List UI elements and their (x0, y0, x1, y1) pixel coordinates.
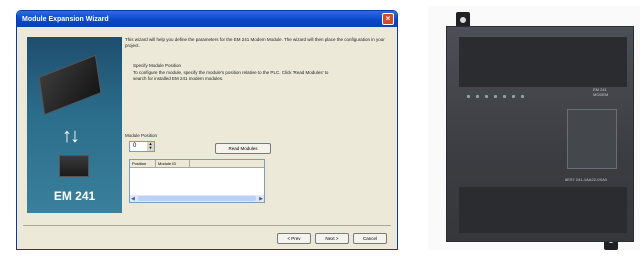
scroll-left-icon[interactable]: ◀ (131, 196, 135, 202)
terminal-block-bottom (459, 187, 627, 233)
cpu-module-image (59, 155, 89, 177)
terminal-block-top (459, 37, 627, 87)
led-indicator-row (467, 95, 524, 98)
device-order-number: 6ES7 241-1AA22-0XA0 (565, 177, 608, 182)
transfer-arrows-icon: ↑↓ (62, 125, 80, 147)
module-position-label: Module Position (125, 133, 158, 138)
device-brand-label: EM 241 MODEM (593, 87, 609, 97)
prev-button[interactable]: < Prev (277, 233, 311, 244)
intro-text: This wizard will help you define the par… (125, 37, 385, 48)
horizontal-scrollbar[interactable]: ◀ ▶ (130, 195, 264, 202)
section-title: Specify Module Position (133, 63, 182, 68)
wizard-content: This wizard will help you define the par… (125, 37, 393, 203)
scroll-right-icon[interactable]: ▶ (259, 196, 263, 202)
window-title: Module Expansion Wizard (22, 15, 109, 23)
next-button[interactable]: Next > (315, 233, 349, 244)
cancel-button[interactable]: Cancel (353, 233, 387, 244)
module-list[interactable]: Position Module ID ◀ ▶ (129, 159, 265, 203)
em241-device: EM 241 MODEM 6ES7 241-1AA22-0XA0 (446, 26, 634, 242)
wizard-footer: < Prev Next > Cancel (277, 233, 387, 244)
hardware-photo: EM 241 MODEM 6ES7 241-1AA22-0XA0 (428, 6, 640, 250)
column-position[interactable]: Position (130, 160, 156, 167)
footer-divider (23, 225, 391, 226)
wizard-window: Module Expansion Wizard × ↑↓ EM 241 This… (16, 10, 398, 250)
module-position-value: 0 (133, 143, 137, 149)
list-header: Position Module ID (130, 160, 264, 168)
modem-module-image (38, 54, 102, 116)
scroll-thumb[interactable] (137, 196, 257, 201)
device-panel-door (567, 109, 617, 169)
column-module-id[interactable]: Module ID (156, 160, 190, 167)
close-button[interactable]: × (382, 13, 394, 25)
wizard-side-image: ↑↓ EM 241 (27, 37, 122, 213)
module-position-spinner[interactable]: 0 ▲ ▼ (129, 141, 155, 152)
section-body: To configure the module, specify the mod… (133, 70, 329, 81)
read-modules-button[interactable]: Read Modules (215, 143, 271, 154)
side-panel-label: EM 241 (53, 189, 96, 203)
spinner-arrows-icon[interactable]: ▲ ▼ (147, 142, 154, 151)
title-bar: Module Expansion Wizard × (17, 11, 397, 27)
